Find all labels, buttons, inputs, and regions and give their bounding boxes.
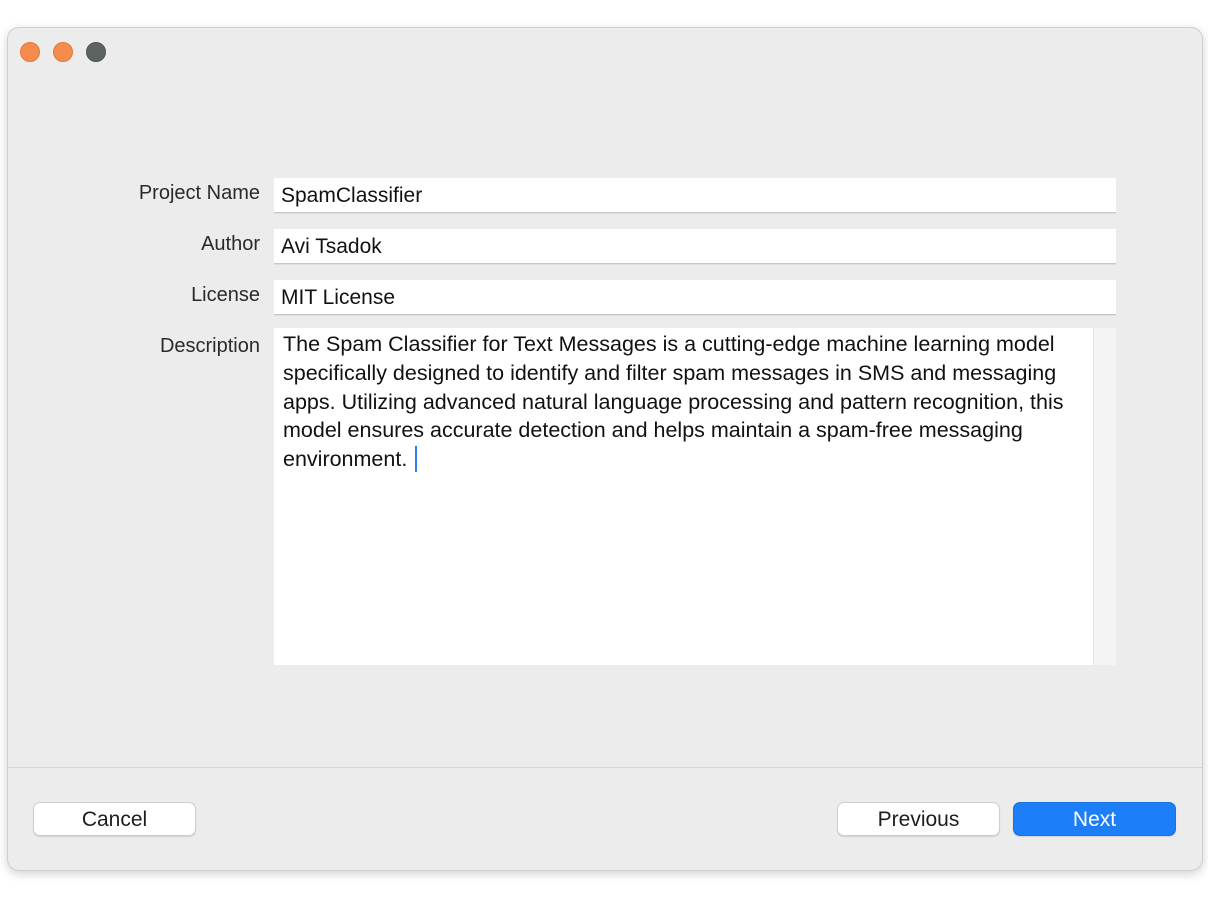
next-button[interactable]: Next (1013, 802, 1176, 836)
window-controls (20, 42, 106, 62)
description-text: The Spam Classifier for Text Messages is… (283, 332, 1064, 472)
author-label: Author (201, 233, 260, 255)
text-cursor (415, 446, 418, 473)
zoom-window-button[interactable] (86, 42, 106, 62)
description-label: Description (159, 335, 260, 357)
minimize-window-button[interactable] (53, 42, 73, 62)
license-field[interactable] (274, 280, 1116, 315)
author-field[interactable] (274, 229, 1116, 264)
cancel-button[interactable]: Cancel (33, 802, 196, 836)
close-window-button[interactable] (20, 42, 40, 62)
project-name-label: Project Name (138, 182, 260, 204)
description-textarea[interactable]: The Spam Classifier for Text Messages is… (274, 328, 1093, 665)
project-name-field[interactable] (274, 178, 1116, 213)
footer-divider (8, 767, 1202, 768)
previous-button[interactable]: Previous (837, 802, 1000, 836)
wizard-window: Project Name Author License Description … (7, 27, 1203, 871)
description-scrollbar[interactable] (1093, 328, 1116, 665)
license-label: License (191, 284, 260, 306)
